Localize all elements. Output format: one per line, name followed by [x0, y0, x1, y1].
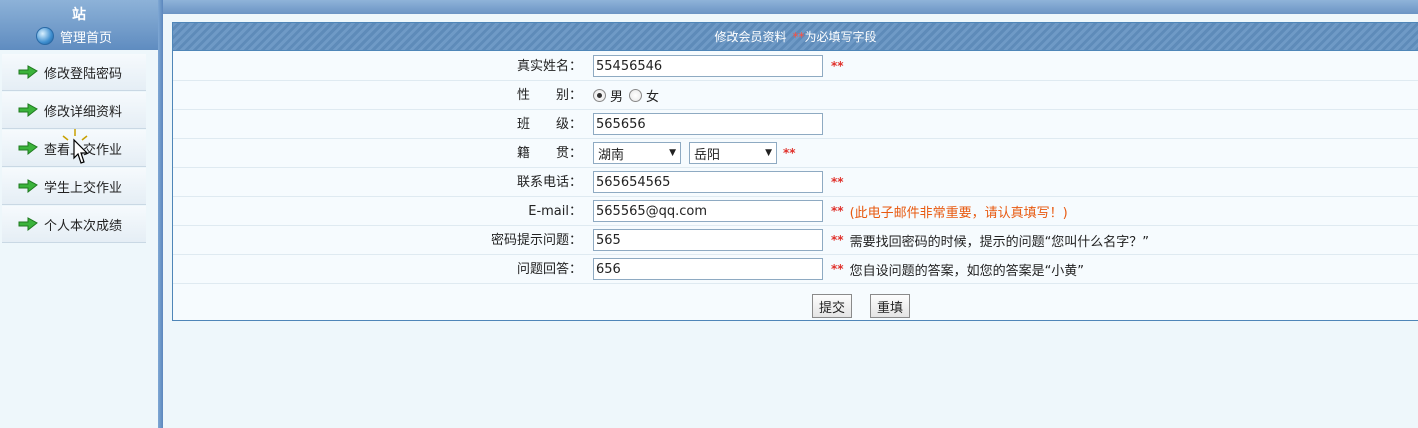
- real-name-label: 真实姓名：: [516, 59, 582, 74]
- row-gender: 性 别： 男 女: [173, 81, 1418, 110]
- home-link[interactable]: 管理首页: [36, 27, 113, 46]
- question-input[interactable]: [593, 229, 823, 251]
- chevron-down-icon: ▼: [669, 148, 676, 158]
- required-mark: **: [831, 59, 844, 73]
- row-real-name: 真实姓名： **: [173, 52, 1418, 81]
- sidebar-item-label: 个人本次成绩: [44, 218, 123, 234]
- city-value: 岳阳: [694, 147, 721, 163]
- sidebar-item-change-password[interactable]: 修改登陆密码: [2, 54, 146, 91]
- hand-cursor-icon: [62, 129, 89, 164]
- arrow-right-icon: [18, 141, 38, 155]
- answer-label: 问题回答：: [516, 262, 582, 277]
- sidebar-item-submit-homework[interactable]: 学生上交作业: [2, 168, 146, 205]
- header-required-mark: **: [792, 29, 805, 44]
- gender-male-radio[interactable]: [593, 88, 606, 102]
- province-select[interactable]: 湖南 ▼: [593, 142, 681, 164]
- sidebar-item-label: 修改详细资料: [44, 104, 123, 120]
- row-origin: 籍 贯： 湖南 ▼ 岳阳 ▼ **: [173, 139, 1418, 168]
- form-actions: 提交 重填: [173, 291, 1418, 319]
- email-input[interactable]: [593, 200, 823, 222]
- chevron-down-icon: ▼: [765, 148, 772, 158]
- class-input[interactable]: [593, 113, 823, 135]
- submit-button[interactable]: 提交: [812, 294, 853, 318]
- sidebar-item-edit-profile[interactable]: 修改详细资料: [2, 92, 146, 129]
- gender-female-option[interactable]: 女: [629, 86, 659, 105]
- arrow-right-icon: [18, 179, 38, 193]
- gender-male-option[interactable]: 男: [593, 86, 623, 105]
- class-label: 班 级：: [516, 117, 582, 132]
- email-hint: (此电子邮件非常重要，请认真填写！): [849, 205, 1068, 221]
- row-class: 班 级：: [173, 110, 1418, 139]
- arrow-right-icon: [18, 103, 38, 117]
- row-email: E-mail： ** (此电子邮件非常重要，请认真填写！): [173, 197, 1418, 226]
- province-value: 湖南: [598, 147, 625, 163]
- reset-button[interactable]: 重填: [870, 294, 911, 318]
- required-mark: **: [783, 146, 796, 160]
- gender-male-label: 男: [610, 89, 624, 105]
- gender-female-label: 女: [646, 89, 660, 105]
- profile-form: 修改会员资料 ** 为必填写字段 真实姓名： ** 性 别： 男 女 班 级：: [172, 22, 1418, 321]
- sidebar-header: 站 管理首页: [0, 0, 158, 50]
- email-label: E-mail：: [528, 204, 582, 219]
- real-name-input[interactable]: [593, 55, 823, 77]
- globe-icon: [36, 27, 54, 45]
- required-mark: **: [831, 175, 844, 189]
- row-answer: 问题回答： ** 您自设问题的答案，如您的答案是“小黄”: [173, 255, 1418, 284]
- question-hint: 需要找回密码的时候，提示的问题“您叫什么名字？”: [849, 234, 1150, 250]
- sidebar: 站 管理首页 修改登陆密码 修改详细资料 查看上交作业: [0, 0, 158, 428]
- phone-label: 联系电话：: [516, 175, 582, 190]
- origin-label: 籍 贯：: [516, 146, 582, 161]
- sidebar-item-label: 学生上交作业: [44, 180, 123, 196]
- sidebar-item-grades[interactable]: 个人本次成绩: [2, 206, 146, 243]
- arrow-right-icon: [18, 65, 38, 79]
- gender-female-radio[interactable]: [629, 88, 643, 102]
- gender-label: 性 别：: [516, 88, 582, 103]
- question-label: 密码提示问题：: [490, 233, 582, 248]
- answer-input[interactable]: [593, 258, 823, 280]
- home-label: 管理首页: [60, 30, 113, 46]
- site-label: 站: [72, 7, 86, 23]
- form-header: 修改会员资料 ** 为必填写字段: [173, 23, 1418, 51]
- arrow-right-icon: [18, 217, 38, 231]
- sidebar-divider: [158, 0, 163, 428]
- row-question: 密码提示问题： ** 需要找回密码的时候，提示的问题“您叫什么名字？”: [173, 226, 1418, 255]
- header-required-text: 为必填写字段: [804, 30, 877, 44]
- phone-input[interactable]: [593, 171, 823, 193]
- sidebar-item-label: 修改登陆密码: [44, 66, 123, 82]
- form-title: 修改会员资料: [714, 30, 787, 44]
- city-select[interactable]: 岳阳 ▼: [689, 142, 777, 164]
- required-mark: **: [831, 204, 844, 218]
- required-mark: **: [831, 262, 844, 276]
- answer-hint: 您自设问题的答案，如您的答案是“小黄”: [849, 263, 1085, 279]
- top-bar: [0, 0, 1418, 14]
- row-phone: 联系电话： **: [173, 168, 1418, 197]
- required-mark: **: [831, 233, 844, 247]
